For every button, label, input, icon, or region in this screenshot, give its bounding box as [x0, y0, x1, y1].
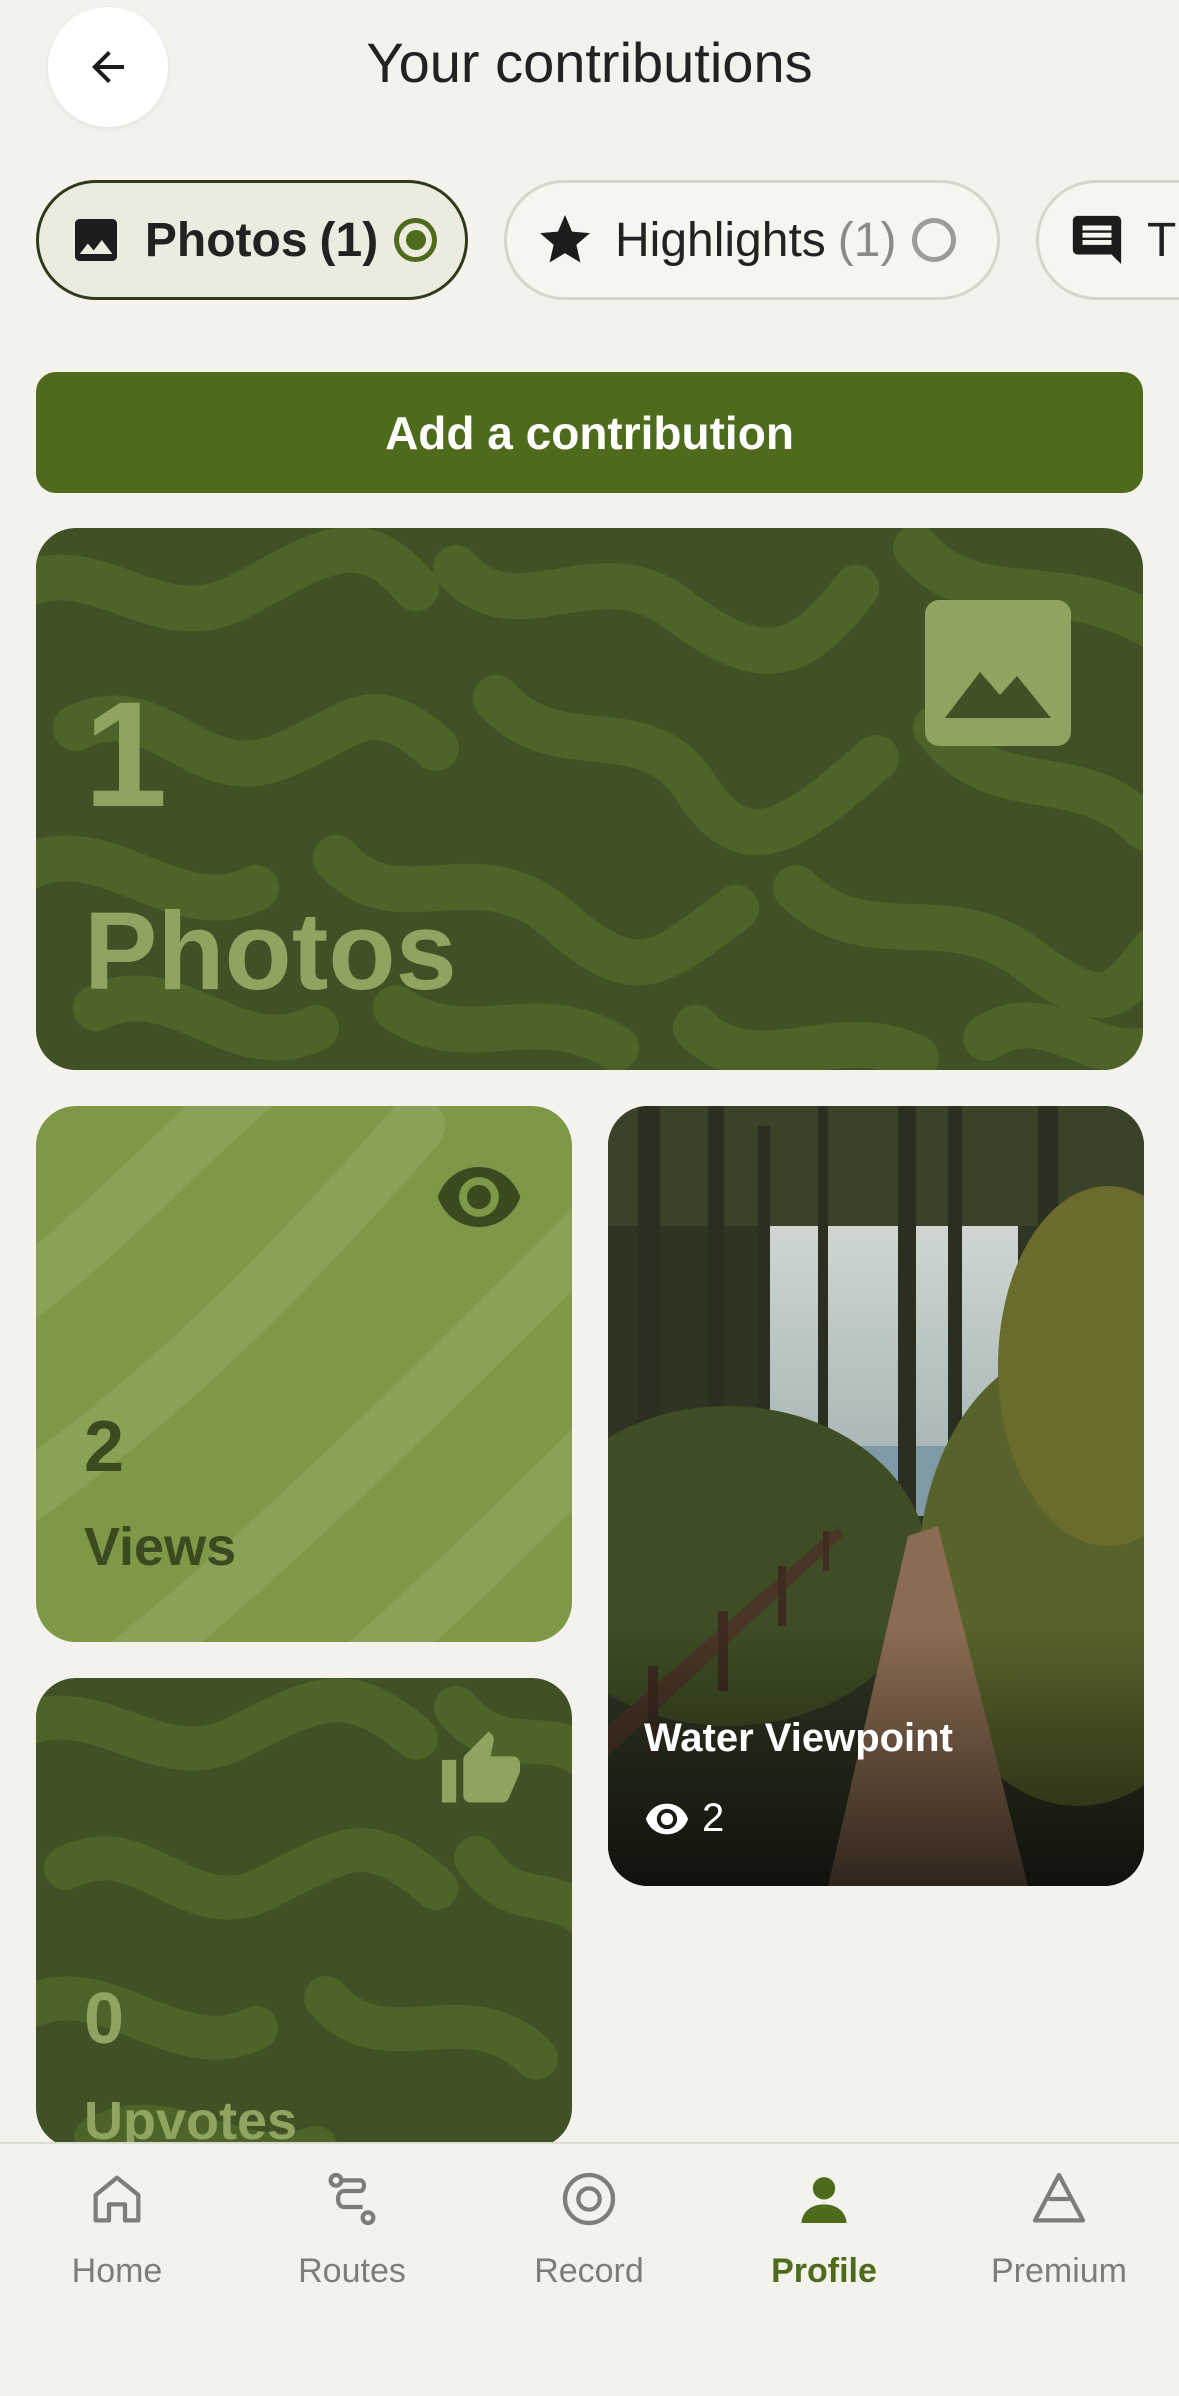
chip-label: Photos [144, 213, 308, 267]
photo-views: 2 [644, 1796, 724, 1841]
comment-icon [1067, 210, 1127, 270]
chip-highlights[interactable]: Highlights (1) [504, 180, 1000, 300]
nav-profile[interactable]: Profile [709, 2164, 939, 2314]
nav-premium[interactable]: Premium [944, 2164, 1174, 2314]
nav-home[interactable]: Home [2, 2164, 232, 2314]
chip-label: Highlights [615, 213, 826, 267]
chip-label: T [1147, 213, 1177, 267]
photos-label: Photos [84, 890, 457, 1013]
photo-title: Water Viewpoint [644, 1716, 953, 1760]
chip-count: (1) [837, 213, 897, 267]
radio-selected-icon [394, 218, 437, 262]
upvotes-stat-card: 0 Upvotes [36, 1678, 572, 2148]
photos-stat-card: 1 Photos [36, 528, 1143, 1070]
thumbs-up-icon [438, 1728, 524, 1811]
add-contribution-button[interactable]: Add a contribution [36, 372, 1143, 493]
nav-record[interactable]: Record [474, 2164, 704, 2314]
image-icon [67, 210, 125, 270]
radio-unselected-icon [912, 218, 957, 262]
chip-third[interactable]: T [1036, 180, 1179, 300]
premium-icon [1024, 2164, 1094, 2234]
nav-label: Profile [771, 2252, 877, 2290]
page-title: Your contributions [366, 31, 813, 94]
photos-count: 1 [84, 670, 168, 838]
views-label: Views [84, 1517, 237, 1577]
nav-label: Record [534, 2252, 644, 2290]
route-icon [317, 2164, 387, 2234]
chip-photos[interactable]: Photos (1) [36, 180, 468, 300]
photo-views-count: 2 [702, 1796, 725, 1840]
star-icon [535, 210, 595, 270]
views-stat-card: 2 Views [36, 1106, 572, 1642]
eye-icon [434, 1166, 524, 1233]
eye-icon [644, 1803, 690, 1835]
nav-routes[interactable]: Routes [237, 2164, 467, 2314]
home-icon [82, 2164, 152, 2234]
header: Your contributions [0, 0, 1179, 135]
views-count: 2 [84, 1407, 125, 1487]
upvotes-count: 0 [84, 1979, 125, 2059]
image-icon [925, 600, 1071, 746]
photo-card-water-viewpoint[interactable]: Water Viewpoint 2 [608, 1106, 1144, 1886]
record-icon [554, 2164, 624, 2234]
upvotes-label: Upvotes [84, 2091, 298, 2148]
filter-chips: Photos (1) Highlights (1) T [0, 180, 1179, 302]
nav-label: Home [71, 2252, 163, 2290]
profile-icon [789, 2164, 859, 2234]
nav-label: Premium [990, 2252, 1128, 2290]
bottom-nav: Home Routes Record Profile Premium [0, 2142, 1179, 2396]
chip-count: (1) [319, 213, 379, 267]
nav-label: Routes [298, 2252, 406, 2290]
